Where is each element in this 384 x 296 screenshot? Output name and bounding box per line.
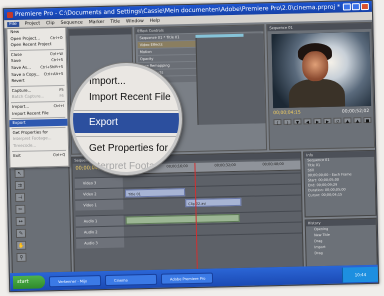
play-icon[interactable]: ▶ xyxy=(313,118,322,125)
menu-title[interactable]: Title xyxy=(110,19,120,24)
system-clock: 10:44 xyxy=(341,266,379,283)
set-in-icon[interactable]: { xyxy=(273,118,282,126)
monitor-tab[interactable]: Sequence 01 xyxy=(267,22,372,32)
step-back-icon[interactable]: ◀ xyxy=(303,118,312,125)
photo-frame: Premiere Pro - C:\Documents and Settings… xyxy=(0,0,384,296)
monitor-timecode-in: 00;00;04;15 xyxy=(273,110,301,117)
taskbar-button[interactable]: Cinema xyxy=(104,273,158,286)
razor-tool-icon[interactable]: ✂ xyxy=(15,204,26,214)
menu-item-open-recent-project[interactable]: Open Recent Project xyxy=(8,41,66,49)
video-clip[interactable]: Clip 02.avi xyxy=(185,197,242,208)
slip-tool-icon[interactable]: ↔ xyxy=(15,216,26,226)
hand-tool-icon[interactable]: ✋ xyxy=(16,240,27,250)
taskbar-button[interactable]: Verkenner - Mijn xyxy=(48,274,102,287)
program-monitor: Sequence 01 00;00;04;15 00;00;52;02 { } … xyxy=(266,21,376,151)
menu-item-timecode[interactable]: Timecode... xyxy=(10,142,68,150)
selection-tool-icon[interactable]: ↖ xyxy=(14,168,25,179)
title-clip[interactable]: Title 01 xyxy=(124,188,186,198)
track-select-tool-icon[interactable]: ⇉ xyxy=(14,180,25,191)
history-panel: History Opening New Title Drag Import Dr… xyxy=(304,217,378,268)
history-item[interactable]: Drag xyxy=(306,249,376,257)
menu-sequence[interactable]: Sequence xyxy=(61,20,83,26)
ruler-tick: 00;00;48;00 xyxy=(262,161,284,167)
zoom-item-get-properties[interactable]: Get Properties for xyxy=(73,139,179,159)
menu-item-exit[interactable]: Exit Ctrl+Q xyxy=(10,151,68,159)
info-panel: Info Sequence 01 Title 01 Still 00;00;00… xyxy=(303,149,377,218)
lift-icon[interactable]: ▲ xyxy=(343,117,352,124)
menu-item-import-recent[interactable]: Import Recent File xyxy=(9,109,67,117)
close-button[interactable] xyxy=(360,2,369,11)
zoom-separator xyxy=(73,110,179,111)
track-label[interactable]: Video 1 xyxy=(75,199,124,211)
menu-marker[interactable]: Marker xyxy=(89,19,105,24)
video-preview xyxy=(271,31,372,109)
menu-file[interactable]: File xyxy=(7,21,19,27)
menu-clip[interactable]: Clip xyxy=(46,21,55,26)
menu-item-revert[interactable]: Revert xyxy=(8,77,66,85)
window-controls xyxy=(342,2,369,11)
zoom-separator xyxy=(73,136,179,137)
step-forward-icon[interactable]: ▶ xyxy=(323,117,332,124)
premiere-logo-icon xyxy=(6,11,14,18)
menu-window[interactable]: Window xyxy=(126,19,144,24)
menu-item-batch-capture[interactable]: Batch Capture... F6 xyxy=(9,93,67,101)
ruler-tick: 00;00;32;00 xyxy=(214,162,236,168)
ripple-edit-tool-icon[interactable]: ⊣ xyxy=(15,192,26,203)
keyframe-area[interactable] xyxy=(195,33,266,125)
start-button[interactable]: start xyxy=(12,274,46,289)
menu-help[interactable]: Help xyxy=(150,18,160,23)
app-window: Premiere Pro - C:\Documents and Settings… xyxy=(2,0,380,293)
zoom-tool-icon[interactable]: ⚲ xyxy=(16,252,27,262)
maximize-button[interactable] xyxy=(351,3,360,11)
extract-icon[interactable]: ▲ xyxy=(353,117,362,124)
magnified-menu-callout: Import... Import Recent File Export Get … xyxy=(70,63,182,175)
transport-controls: { } ▼ ◀ ▶ ▶ ↺ ▲ ▲ ■ xyxy=(273,116,372,147)
zoom-item-export[interactable]: Export xyxy=(73,113,179,133)
marker-icon[interactable]: ▼ xyxy=(293,118,302,125)
monitor-timecode-out: 00;00;52;02 xyxy=(341,108,370,115)
menu-project[interactable]: Project xyxy=(25,21,41,26)
export-frame-icon[interactable]: ■ xyxy=(363,116,372,124)
tools-panel: ↖ ⇉ ⊣ ✂ ↔ ✎ ✋ ⚲ xyxy=(9,156,72,275)
set-out-icon[interactable]: } xyxy=(283,118,292,125)
project-tab[interactable] xyxy=(69,28,132,36)
track-label[interactable]: Audio 3 xyxy=(76,237,125,249)
pen-tool-icon[interactable]: ✎ xyxy=(15,228,27,238)
file-menu-dropdown: New Open Project... Ctrl+O Open Recent Pr… xyxy=(6,26,70,169)
minimize-button[interactable] xyxy=(342,3,351,11)
taskbar-button[interactable]: Adobe Premiere Pro xyxy=(160,272,214,285)
loop-icon[interactable]: ↺ xyxy=(333,117,342,124)
menu-item-export[interactable]: Export xyxy=(9,118,68,127)
zoom-item-import-recent[interactable]: Import Recent File xyxy=(73,88,179,108)
info-line: Cursor: 00;00;04;15 xyxy=(308,192,343,198)
